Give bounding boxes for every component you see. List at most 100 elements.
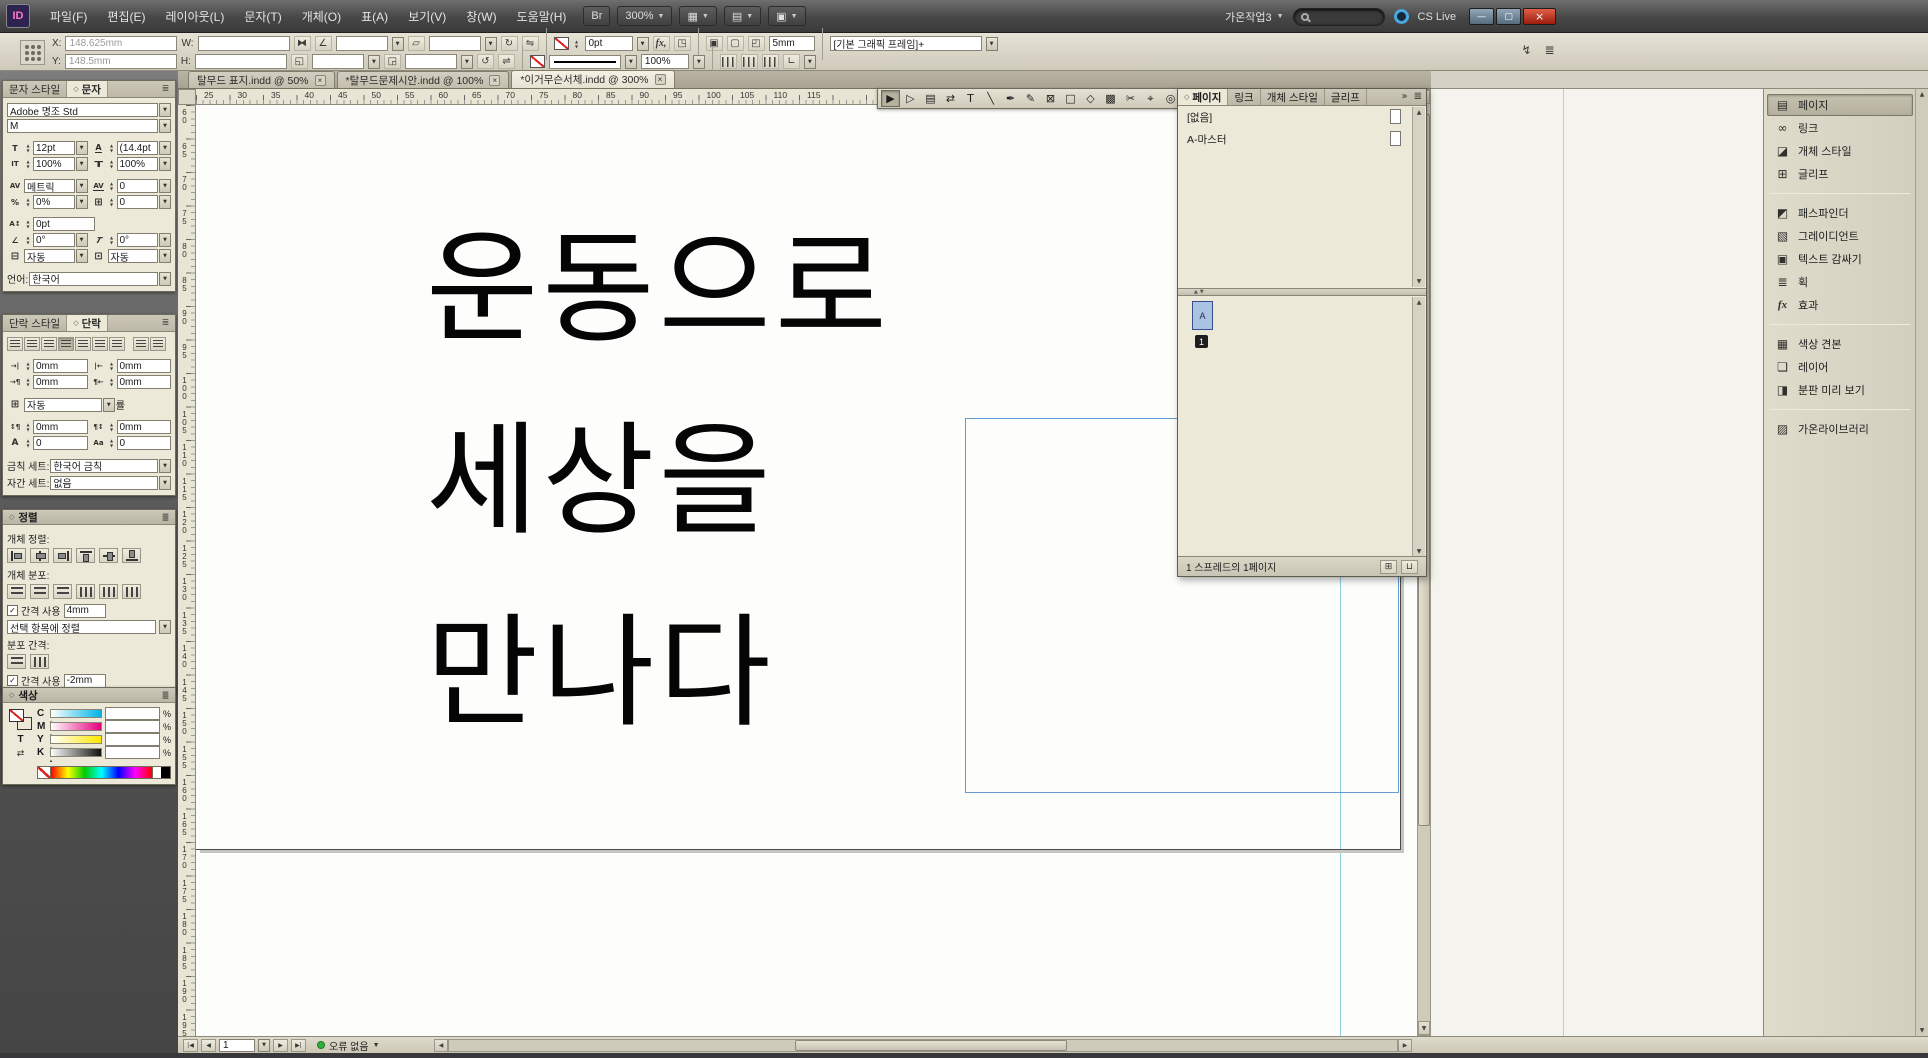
maximize-button[interactable]: ▢	[1496, 8, 1521, 25]
dock-item-stroke[interactable]: ≣획	[1767, 271, 1913, 293]
dock-item-separations-preview[interactable]: ◨분판 미리 보기	[1767, 379, 1913, 401]
scroll-up-icon[interactable]: ▲	[1417, 299, 1422, 306]
dock-item-pages[interactable]: ▤페이지	[1767, 94, 1913, 116]
distribute-left-button[interactable]	[76, 584, 95, 599]
previous-page-button[interactable]: ◀	[201, 1039, 216, 1052]
chevron-down-icon[interactable]	[804, 55, 816, 69]
stroke-style-select[interactable]	[549, 55, 621, 69]
justify-last-right-button[interactable]	[92, 337, 108, 351]
chevron-down-icon[interactable]	[76, 233, 88, 247]
wrap-none-button[interactable]: ▣	[706, 36, 723, 51]
pen-tool[interactable]: ✒	[1001, 90, 1020, 107]
last-page-button[interactable]: ▶|	[291, 1039, 306, 1052]
channel-slider[interactable]	[50, 748, 102, 757]
control-panel-menu-icon[interactable]: ≣	[1541, 42, 1558, 57]
panel-menu-icon[interactable]	[159, 690, 172, 702]
scroll-down-icon[interactable]: ▼	[1920, 1027, 1925, 1034]
chevron-down-icon[interactable]	[258, 1039, 270, 1052]
character-skew-field[interactable]: 0°	[117, 233, 159, 247]
delete-page-button[interactable]: ⊔	[1401, 560, 1418, 574]
panel-menu-icon[interactable]	[159, 317, 172, 329]
tracking-field[interactable]: 0	[117, 179, 159, 193]
master-row[interactable]: A-마스터	[1178, 128, 1426, 150]
use-spacing-checkbox[interactable]	[7, 675, 18, 686]
view-options-button[interactable]: ▦▼	[679, 6, 716, 26]
stroke-weight-stepper[interactable]	[573, 37, 581, 50]
grid-alignment-select[interactable]: 자동	[24, 249, 75, 263]
panel-tab[interactable]: 개체 스타일	[1261, 89, 1325, 105]
first-line-indent-field[interactable]: 0mm	[33, 375, 88, 389]
direct-selection-tool[interactable]: ▷	[901, 90, 920, 107]
free-transform-tool[interactable]: ◇	[1081, 90, 1100, 107]
stepper-icon[interactable]	[24, 360, 32, 373]
align-right-edges-button[interactable]	[53, 548, 72, 563]
drop-cap-chars-field[interactable]: 0	[117, 436, 172, 450]
quick-apply-icon[interactable]: ↯	[1518, 42, 1535, 57]
dock-item-text-wrap[interactable]: ▣텍스트 감싸기	[1767, 248, 1913, 270]
stepper-icon[interactable]	[24, 437, 32, 450]
panel-menu-icon[interactable]	[159, 512, 172, 524]
close-button[interactable]: ×	[1523, 8, 1556, 25]
menu-item-1[interactable]: 파일(F)	[40, 0, 97, 32]
chevron-down-icon[interactable]	[159, 620, 171, 634]
document-tab[interactable]: 탈무드 표지.indd @ 50%	[188, 71, 335, 88]
stepper-icon[interactable]	[108, 142, 116, 155]
chevron-down-icon[interactable]	[159, 103, 171, 117]
channel-value-field[interactable]	[105, 720, 161, 733]
rotate-cw-button[interactable]: ↻	[501, 36, 518, 51]
stepper-icon[interactable]	[24, 218, 32, 231]
chevron-down-icon[interactable]	[625, 55, 637, 69]
distribute-h-space-button[interactable]	[30, 654, 49, 669]
scroll-left-icon[interactable]: ◀	[434, 1039, 448, 1052]
stepper-icon[interactable]	[24, 158, 32, 171]
channel-value-field[interactable]	[105, 707, 161, 720]
y-position-field[interactable]: 148.5mm	[65, 54, 177, 69]
flip-vertical-button[interactable]: ⇌	[498, 54, 515, 69]
flip-horizontal-button[interactable]: ⇋	[522, 36, 539, 51]
distribute-top-button[interactable]	[7, 584, 26, 599]
chevron-down-icon[interactable]	[461, 55, 473, 69]
distribute-h-center-button[interactable]	[99, 584, 118, 599]
dock-item-pathfinder[interactable]: ◩패스파인더	[1767, 202, 1913, 224]
chevron-down-icon[interactable]	[159, 476, 171, 490]
stepper-icon[interactable]	[24, 234, 32, 247]
grid-alignment-2-select[interactable]: 자동	[108, 249, 159, 263]
menu-item-2[interactable]: 편집(E)	[97, 0, 155, 32]
minimize-button[interactable]: —	[1469, 8, 1494, 25]
chevron-down-icon[interactable]	[159, 179, 171, 193]
align-right-button[interactable]	[41, 337, 57, 351]
align-towards-spine-button[interactable]	[133, 337, 149, 351]
scale-x-field[interactable]	[312, 54, 364, 69]
gap-tool[interactable]: ⇄	[941, 90, 960, 107]
font-style-select[interactable]: M	[7, 119, 158, 133]
bridge-button[interactable]: Br	[583, 6, 610, 26]
align-away-spine-button[interactable]	[150, 337, 166, 351]
last-line-indent-field[interactable]: 0mm	[117, 375, 172, 389]
document-headline-text[interactable]: 운동으로세상을만나다	[426, 193, 891, 769]
align-h-centers-button[interactable]	[30, 548, 49, 563]
chevron-down-icon[interactable]	[368, 55, 380, 69]
stepper-icon[interactable]	[24, 196, 32, 209]
language-select[interactable]: 한국어	[29, 272, 158, 286]
dock-item-layers[interactable]: ❏레이어	[1767, 356, 1913, 378]
font-family-select[interactable]: Adobe 명조 Std	[7, 103, 158, 117]
panel-menu-icon[interactable]: ≣	[1414, 91, 1422, 102]
rotation-angle-field[interactable]	[336, 36, 388, 51]
kinsoku-select[interactable]: 한국어 금칙	[50, 459, 158, 473]
stepper-icon[interactable]	[24, 376, 32, 389]
white-swatch[interactable]	[152, 767, 161, 778]
chevron-down-icon[interactable]	[76, 179, 88, 193]
height-field[interactable]	[195, 54, 287, 69]
panel-splitter[interactable]: ▲▼	[1178, 289, 1426, 296]
menu-item-6[interactable]: 표(A)	[351, 0, 398, 32]
stepper-icon[interactable]	[24, 421, 32, 434]
dock-item-swatches[interactable]: ▦색상 견본	[1767, 333, 1913, 355]
vertical-scale-field[interactable]: 100%	[33, 157, 75, 171]
masters-scrollbar[interactable]: ▲▼	[1412, 107, 1425, 287]
wrap-around-button[interactable]: ▢	[727, 36, 744, 51]
tab-close-icon[interactable]	[655, 74, 666, 85]
distribute-v-space-button[interactable]	[7, 654, 26, 669]
fill-stroke-proxy[interactable]	[9, 709, 32, 730]
stepper-icon[interactable]	[24, 142, 32, 155]
chevron-down-icon[interactable]	[159, 195, 171, 209]
